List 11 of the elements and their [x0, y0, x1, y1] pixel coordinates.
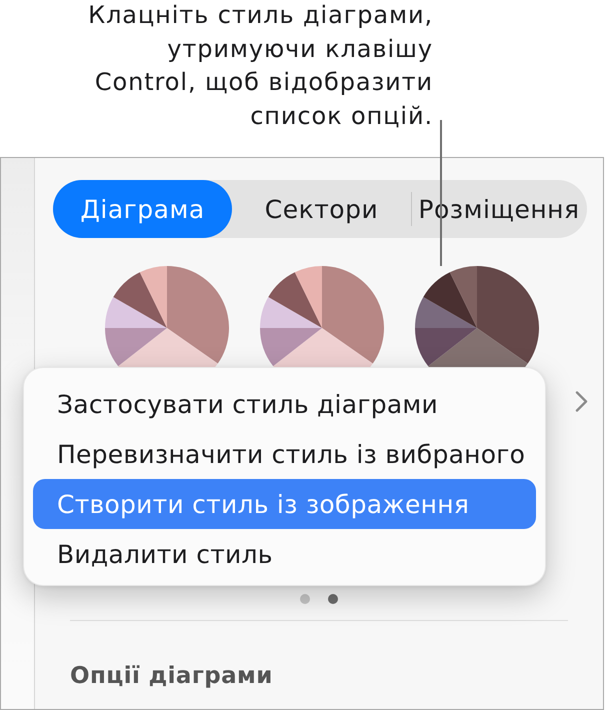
menu-item[interactable]: Видалити стиль: [33, 529, 536, 579]
menu-item[interactable]: Створити стиль із зображення: [33, 479, 536, 529]
menu-item[interactable]: Перевизначити стиль із вибраного: [33, 429, 536, 479]
callout-text: Клацніть стиль діаграми, утримуючи клавішу Control, щоб відобразити список опцій.: [88, 0, 433, 132]
tab[interactable]: Діаграма: [53, 180, 232, 238]
page-dot[interactable]: [328, 594, 338, 604]
page-dot[interactable]: [300, 594, 310, 604]
menu-item[interactable]: Застосувати стиль діаграми: [33, 379, 536, 429]
section-heading: Опції діаграми: [70, 662, 273, 690]
chevron-right-icon[interactable]: [575, 390, 588, 412]
tab[interactable]: Сектори: [232, 180, 411, 238]
